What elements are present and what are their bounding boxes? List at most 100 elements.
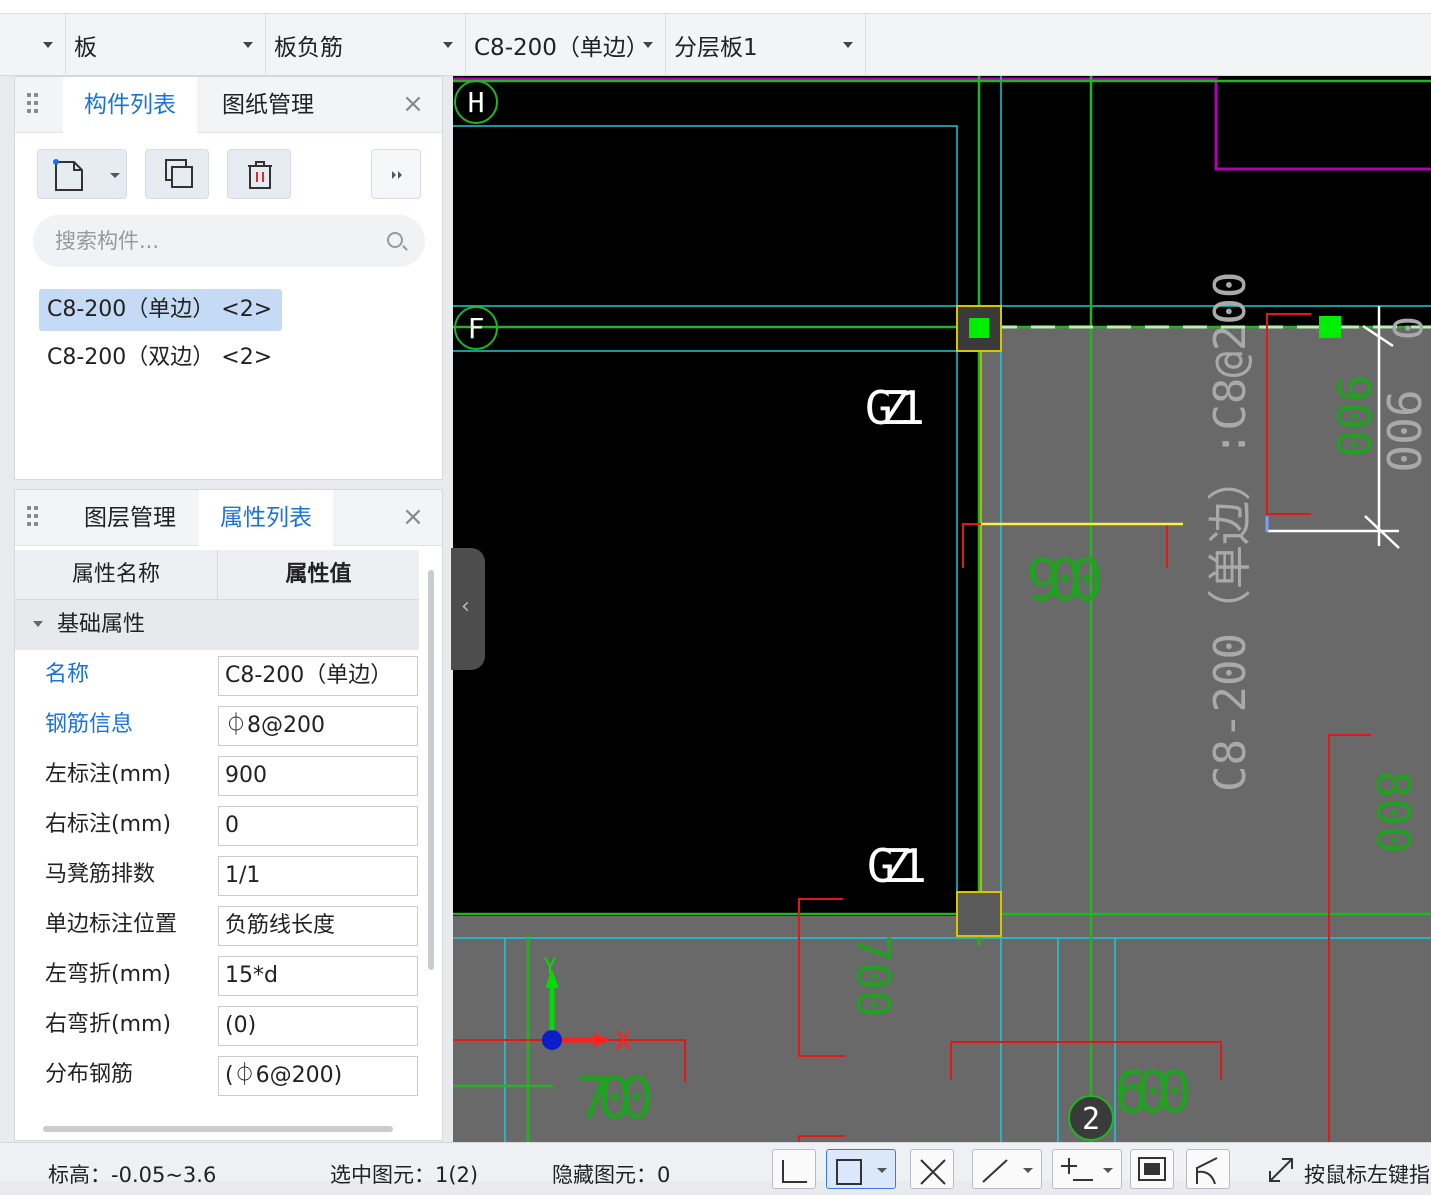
copy-icon — [165, 159, 193, 188]
new-file-icon — [53, 159, 120, 191]
component-item[interactable]: C8-200（单边） <2> — [39, 289, 283, 331]
property-value-field[interactable]: 15*d — [218, 956, 418, 996]
offset-button[interactable] — [1052, 1149, 1122, 1189]
chevron-down-icon — [643, 42, 653, 48]
dimension-text: 900 — [1326, 374, 1380, 457]
table-row: 马凳筋排数 1/1 — [15, 850, 419, 900]
chevron-down-icon — [43, 42, 53, 48]
chevron-down-icon — [443, 42, 453, 48]
copy-component-button[interactable] — [145, 149, 209, 199]
cross-select-button[interactable] — [910, 1149, 954, 1189]
property-value-field[interactable]: ⏀8@200 — [218, 706, 418, 746]
tab-property-list[interactable]: 属性列表 — [199, 490, 333, 546]
line-snap-icon — [982, 1159, 1033, 1183]
property-value-field[interactable]: 0 — [218, 806, 418, 846]
axis-label: H — [468, 86, 485, 119]
component-list-panel: 构件列表 图纸管理 × 搜索构件... C8-200（单边） <2> C8-20… — [14, 76, 443, 480]
dimension-text: 900 — [1026, 546, 1104, 614]
search-icon — [387, 232, 403, 248]
property-value-field[interactable]: 1/1 — [218, 856, 418, 896]
property-name: 右弯折(mm) — [45, 1012, 172, 1037]
ortho-icon — [782, 1160, 807, 1183]
property-panel-tabs: 图层管理 属性列表 × — [15, 490, 442, 546]
property-group-label: 基础属性 — [57, 612, 146, 637]
grip-point[interactable] — [1319, 316, 1341, 338]
delete-component-button[interactable] — [227, 149, 291, 199]
elevation-status: 标高：-0.05~3.6 — [48, 1163, 217, 1187]
new-component-button[interactable] — [37, 149, 127, 199]
column-label: GZ1 — [865, 381, 925, 435]
axis-label: 2 — [1082, 1102, 1100, 1137]
property-value-field[interactable]: 负筋线长度 — [218, 906, 418, 946]
property-name: 分布钢筋 — [45, 1062, 134, 1087]
property-name: 左标注(mm) — [45, 762, 172, 787]
close-icon[interactable]: × — [402, 504, 424, 530]
property-value-field[interactable]: C8-200（单边） — [218, 656, 418, 696]
combo-component[interactable]: C8-200（单边） — [466, 14, 666, 76]
rectangle-select-icon — [836, 1159, 887, 1185]
property-name: 名称 — [45, 662, 90, 687]
ortho-toggle-button[interactable] — [772, 1149, 816, 1189]
vertical-scrollbar[interactable] — [428, 570, 434, 970]
table-row: 名称 C8-200（单边） — [15, 650, 419, 700]
column-header-value: 属性值 — [285, 562, 352, 587]
table-row: 左标注(mm) 900 — [15, 750, 419, 800]
property-value-field[interactable]: (0) — [218, 1006, 418, 1046]
property-panel: 图层管理 属性列表 × 属性名称 属性值 基础属性 名称 C8-200（单边） … — [14, 489, 443, 1141]
angle-icon — [1196, 1157, 1218, 1185]
dimension-text: 700 — [846, 934, 900, 1017]
property-value-field[interactable]: 900 — [218, 756, 418, 796]
status-bar: 标高：-0.05~3.6 选中图元：1(2) 隐藏图元：0 按鼠标左键指 — [0, 1142, 1431, 1189]
search-input[interactable]: 搜索构件... — [33, 215, 425, 267]
drag-handle-icon[interactable] — [27, 93, 41, 117]
combo-floor[interactable] — [0, 14, 66, 76]
combo-category[interactable]: 板 — [66, 14, 266, 76]
component-item[interactable]: C8-200（双边） <2> — [39, 337, 282, 379]
chevron-down-icon — [243, 42, 253, 48]
ucs-y-label: Y — [543, 955, 556, 980]
horizontal-scrollbar[interactable] — [43, 1126, 393, 1132]
collapse-panel-button[interactable]: ‹ — [451, 548, 485, 670]
caret-down-icon — [33, 621, 43, 627]
column-marker — [956, 891, 1002, 937]
dimension-text: 700 — [576, 1064, 654, 1132]
cross-icon — [920, 1159, 946, 1185]
drawing-canvas[interactable]: H F 2 GZ1 GZ1 C8-200（单边）:C8@200 900 900 — [453, 76, 1431, 1142]
combo-category-label: 板 — [74, 35, 97, 61]
property-name: 马凳筋排数 — [45, 862, 156, 887]
property-value-field[interactable]: (⏀6@200) — [218, 1056, 418, 1096]
combo-type[interactable]: 板负筋 — [266, 14, 466, 76]
property-group-row[interactable]: 基础属性 — [15, 600, 419, 650]
magenta-boundary — [453, 77, 1431, 171]
snap-line-button[interactable] — [972, 1149, 1042, 1189]
search-placeholder: 搜索构件... — [55, 229, 160, 253]
combo-layer-slab-label: 分层板1 — [674, 35, 758, 61]
hint-status: 按鼠标左键指 — [1304, 1163, 1430, 1187]
dimension-text: 0 — [1383, 316, 1429, 340]
chevron-down-icon — [843, 42, 853, 48]
display-toggle-button[interactable] — [1130, 1149, 1174, 1189]
column-label: GZ1 — [867, 839, 927, 893]
dimension-text: 600 — [1114, 1058, 1192, 1126]
close-icon[interactable]: × — [402, 91, 424, 117]
column-header-name: 属性名称 — [15, 550, 218, 600]
select-mode-button[interactable] — [826, 1149, 896, 1189]
combo-layer-slab[interactable]: 分层板1 — [666, 14, 866, 76]
tab-component-list[interactable]: 构件列表 — [63, 77, 197, 133]
hidden-count-status: 隐藏图元：0 — [552, 1163, 671, 1187]
ribbon-strip — [0, 0, 1431, 14]
more-tools-button[interactable] — [371, 149, 421, 199]
double-chevron-right-icon — [392, 171, 402, 179]
table-row: 左弯折(mm) 15*d — [15, 950, 419, 1000]
chevron-left-icon: ‹ — [461, 594, 470, 619]
offset-icon — [1061, 1158, 1113, 1181]
tab-drawing-management[interactable]: 图纸管理 — [201, 77, 335, 133]
grip-point[interactable] — [969, 318, 989, 338]
drag-handle-icon[interactable] — [27, 506, 41, 530]
table-row: 右标注(mm) 0 — [15, 800, 419, 850]
dimension-text: 800 — [1366, 770, 1420, 853]
tab-layer-management[interactable]: 图层管理 — [63, 490, 197, 546]
angle-button[interactable] — [1186, 1149, 1230, 1189]
table-header: 属性名称 属性值 — [15, 550, 419, 600]
property-name: 单边标注位置 — [45, 912, 178, 937]
